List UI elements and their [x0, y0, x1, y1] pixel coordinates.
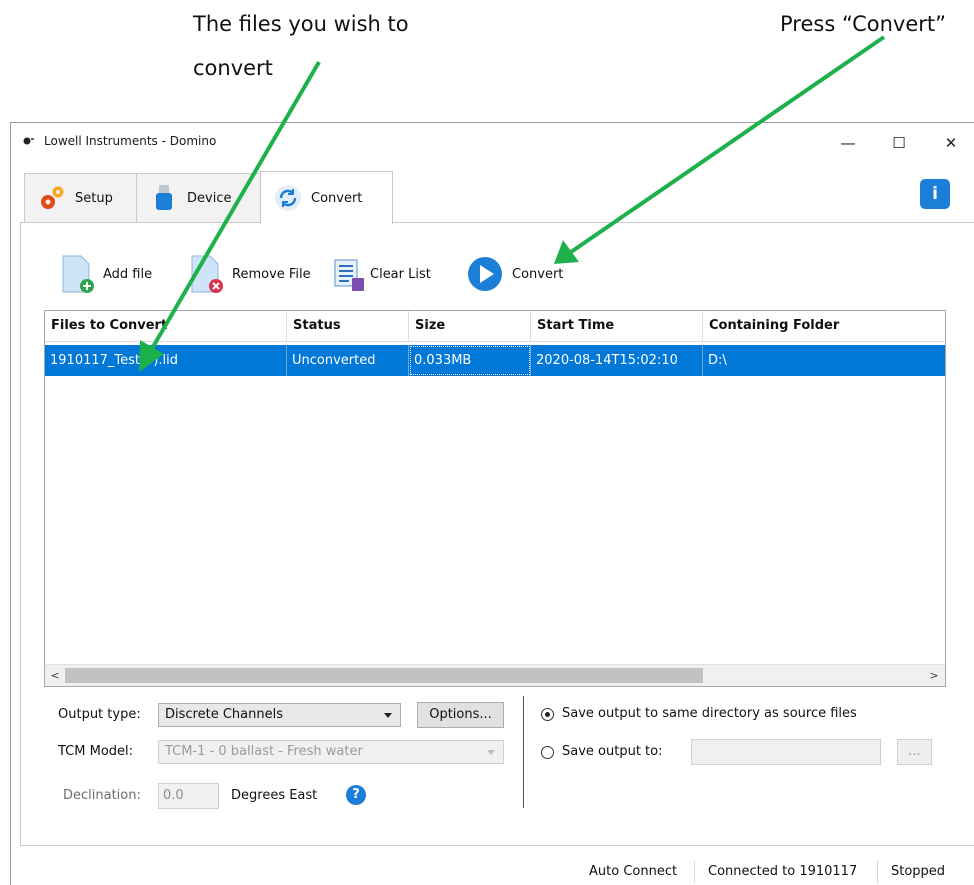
callout-files-line2: convert [193, 56, 273, 80]
scrollbar-thumb[interactable] [65, 668, 703, 683]
column-header-start-time[interactable]: Start Time [531, 311, 703, 341]
remove-file-button[interactable]: Remove File [188, 251, 311, 297]
column-header-status[interactable]: Status [287, 311, 409, 341]
callout-files-line1: The files you wish to [193, 12, 409, 36]
tab-convert[interactable]: Convert [260, 171, 393, 224]
save-to-radio[interactable] [541, 746, 554, 759]
cell-file: 1910117_Test(0).lid [45, 345, 287, 376]
save-path-input[interactable] [691, 739, 881, 765]
save-to-label[interactable]: Save output to: [562, 744, 662, 759]
scroll-left-icon[interactable]: < [46, 666, 64, 685]
remove-file-icon [191, 255, 223, 293]
chevron-down-icon [487, 750, 495, 755]
tab-setup-label: Setup [75, 190, 113, 206]
convert-label: Convert [512, 266, 564, 282]
status-bar: Auto Connect Connected to 1910117 Stoppe… [11, 858, 974, 885]
options-divider [523, 696, 524, 808]
clear-list-label: Clear List [370, 266, 431, 282]
window-title: Lowell Instruments - Domino [44, 134, 217, 148]
convert-panel: Add file Remove File Clear List Convert [20, 222, 974, 846]
save-same-dir-radio[interactable] [541, 708, 554, 721]
output-type-label: Output type: [58, 707, 141, 722]
callout-files-note: The files you wish to convert [193, 2, 453, 90]
tab-strip: Setup Device Convert i [11, 163, 974, 224]
info-button[interactable]: i [920, 179, 950, 209]
add-file-button[interactable]: Add file [59, 251, 152, 297]
declination-label: Declination: [63, 788, 141, 803]
column-header-folder[interactable]: Containing Folder [703, 311, 945, 341]
options-button[interactable]: Options... [417, 702, 504, 728]
app-window: Lowell Instruments - Domino — ☐ ✕ Setup … [10, 122, 974, 885]
browse-button[interactable]: ... [897, 739, 932, 765]
tab-device-label: Device [187, 190, 232, 206]
convert-button[interactable]: Convert [466, 251, 563, 297]
refresh-icon [275, 185, 301, 211]
close-button[interactable]: ✕ [929, 127, 973, 159]
app-logo-icon [23, 137, 34, 145]
run-state-status: Stopped [891, 864, 946, 879]
cell-status: Unconverted [287, 345, 409, 376]
add-file-label: Add file [103, 266, 153, 282]
remove-file-label: Remove File [232, 266, 311, 282]
connection-status: Connected to 1910117 [708, 864, 858, 879]
tcm-model-select[interactable]: TCM-1 - 0 ballast - Fresh water [158, 740, 504, 764]
save-same-dir-label[interactable]: Save output to same directory as source … [562, 706, 857, 721]
declination-unit-label: Degrees East [231, 788, 318, 803]
minimize-button[interactable]: — [826, 127, 870, 159]
tab-convert-label: Convert [311, 190, 363, 206]
maximize-button[interactable]: ☐ [877, 127, 921, 159]
chevron-down-icon [384, 713, 392, 718]
declination-input[interactable]: 0.0 [158, 783, 219, 809]
cell-start-time: 2020-08-14T15:02:10 [531, 345, 703, 376]
callout-convert-note: Press “Convert” [780, 12, 946, 36]
table-header: Files to Convert Status Size Start Time … [45, 311, 945, 342]
gears-icon [41, 186, 64, 209]
auto-connect-status[interactable]: Auto Connect [589, 858, 677, 885]
clear-list-button[interactable]: Clear List [332, 251, 431, 297]
status-separator [877, 861, 878, 883]
title-bar: Lowell Instruments - Domino — ☐ ✕ [11, 123, 974, 163]
status-separator [694, 861, 695, 883]
tab-setup[interactable]: Setup [24, 173, 138, 222]
scroll-right-icon[interactable]: > [925, 666, 943, 685]
column-header-files[interactable]: Files to Convert [45, 311, 287, 341]
tcm-model-value: TCM-1 - 0 ballast - Fresh water [165, 744, 363, 759]
help-icon[interactable]: ? [346, 785, 366, 805]
output-type-value: Discrete Channels [165, 707, 283, 722]
files-table[interactable]: Files to Convert Status Size Start Time … [44, 310, 946, 687]
cell-folder: D:\ [708, 353, 727, 368]
add-file-icon [62, 255, 94, 293]
output-type-select[interactable]: Discrete Channels [158, 703, 401, 727]
tab-device[interactable]: Device [136, 173, 262, 222]
usb-drive-icon [156, 185, 172, 210]
play-icon [468, 257, 502, 291]
horizontal-scrollbar[interactable]: < > [45, 664, 945, 686]
cell-size: 0.033MB [409, 345, 531, 376]
tcm-model-label: TCM Model: [58, 744, 134, 759]
table-row[interactable]: 1910117_Test(0).lid Unconverted 0.033MB … [45, 345, 945, 376]
clear-list-icon [334, 259, 364, 291]
column-header-size[interactable]: Size [409, 311, 531, 341]
